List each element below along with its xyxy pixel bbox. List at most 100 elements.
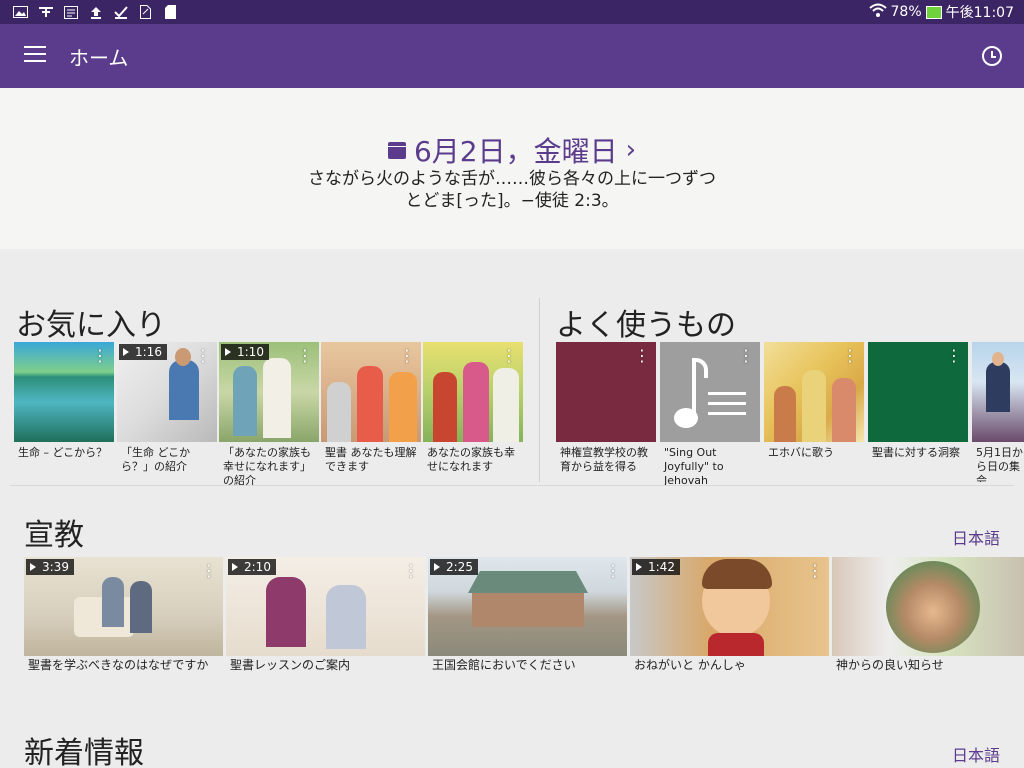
favorite-item[interactable]: ⋮ 聖書 あなたも理解できます bbox=[321, 342, 421, 482]
favorite-thumbnail: ⋮ bbox=[321, 342, 421, 442]
section-separator bbox=[10, 485, 1014, 486]
duration-badge: 3:39 bbox=[26, 559, 74, 575]
ministry-caption: 王国会館においでください bbox=[432, 658, 576, 672]
favorite-item[interactable]: ⋮ 生命 – どこから？ bbox=[14, 342, 114, 482]
music-note-icon bbox=[674, 354, 746, 430]
favorite-caption: 「あなたの家族も幸せになれます」の紹介 bbox=[223, 446, 311, 487]
duration-label: 1:42 bbox=[648, 560, 675, 574]
daily-scripture-line: とどま[った]。−使徒 2:3。 bbox=[405, 191, 619, 211]
sim-icon bbox=[137, 5, 154, 19]
ministry-item[interactable]: 3:39 ⋮ 聖書を学ぶべきなのはなぜですか bbox=[24, 557, 223, 677]
more-vert-icon[interactable]: ⋮ bbox=[946, 348, 962, 364]
menu-icon[interactable] bbox=[24, 46, 46, 64]
sdcard-icon bbox=[162, 5, 179, 19]
frequent-caption: 神権宣教学校の教育から益を得る bbox=[560, 446, 648, 473]
frequent-thumbnail: ⋮ bbox=[556, 342, 656, 442]
daily-date-label: 6月2日，金曜日 bbox=[413, 135, 618, 168]
play-icon bbox=[434, 563, 440, 571]
frequent-item[interactable]: ⋮ 神権宣教学校の教育から益を得る bbox=[556, 342, 656, 482]
more-vert-icon[interactable]: ⋮ bbox=[738, 348, 754, 364]
ministry-item[interactable]: 1:42 ⋮ おねがいと かんしゃ bbox=[630, 557, 829, 677]
frequent-caption: エホバに歌う bbox=[768, 446, 834, 459]
duration-label: 2:10 bbox=[244, 560, 271, 574]
frequent-item[interactable]: 5月1日から日の集会 bbox=[972, 342, 1024, 482]
more-vert-icon[interactable]: ⋮ bbox=[399, 348, 415, 364]
ministry-caption: 神からの良い知らせ bbox=[836, 658, 944, 672]
duration-label: 2:25 bbox=[446, 560, 473, 574]
battery-percent: 78% bbox=[890, 4, 922, 20]
favorite-thumbnail: 1:16 ⋮ bbox=[117, 342, 217, 442]
duration-badge: 1:10 bbox=[221, 344, 269, 360]
section-divider bbox=[539, 298, 540, 482]
duration-badge: 2:10 bbox=[228, 559, 276, 575]
favorite-thumbnail: 1:10 ⋮ bbox=[219, 342, 319, 442]
frequent-item[interactable]: ⋮ エホバに歌う bbox=[764, 342, 864, 482]
favorites-title: お気に入り bbox=[16, 308, 166, 343]
ministry-thumbnail: 2:25 ⋮ bbox=[428, 557, 627, 656]
favorite-thumbnail: ⋮ bbox=[423, 342, 523, 442]
more-vert-icon[interactable]: ⋮ bbox=[807, 563, 823, 579]
ministry-thumbnail: 2:10 ⋮ bbox=[226, 557, 425, 656]
duration-badge: 1:42 bbox=[632, 559, 680, 575]
whats-new-language-link[interactable]: 日本語 bbox=[952, 742, 1000, 766]
frequent-caption: 聖書に対する洞察 bbox=[872, 446, 960, 459]
frequent-item[interactable]: ⋮ 聖書に対する洞察 bbox=[868, 342, 968, 482]
ministry-caption: おねがいと かんしゃ bbox=[634, 658, 746, 672]
frequent-title: よく使うもの bbox=[556, 308, 736, 343]
favorite-caption: 「生命 どこから？」の紹介 bbox=[121, 446, 191, 473]
ministry-language-link[interactable]: 日本語 bbox=[952, 525, 1000, 549]
more-vert-icon[interactable]: ⋮ bbox=[842, 348, 858, 364]
calendar-icon bbox=[387, 141, 406, 159]
ministry-item[interactable]: 2:25 ⋮ 王国会館においでください bbox=[428, 557, 627, 677]
play-icon bbox=[636, 563, 642, 571]
wifi-icon bbox=[868, 3, 887, 21]
more-vert-icon[interactable]: ⋮ bbox=[634, 348, 650, 364]
duration-badge: 1:16 bbox=[119, 344, 167, 360]
play-icon bbox=[232, 563, 238, 571]
more-vert-icon[interactable]: ⋮ bbox=[92, 348, 108, 364]
frequent-item[interactable]: ⋮ "Sing Out Joyfully" to Jehovah bbox=[660, 342, 760, 487]
daily-scripture: さながら火のような舌が……彼ら各々の上に一つずつ とどま[った]。−使徒 2:3… bbox=[0, 168, 1024, 212]
page-title: ホーム bbox=[69, 46, 129, 70]
ministry-item[interactable]: 神からの良い知らせ bbox=[832, 557, 1024, 677]
duration-label: 3:39 bbox=[42, 560, 69, 574]
daily-date[interactable]: 6月2日，金曜日 › bbox=[0, 130, 1024, 170]
ministry-title: 宣教 bbox=[24, 518, 84, 553]
ministry-caption: 聖書レッスンのご案内 bbox=[230, 658, 351, 672]
image-icon bbox=[12, 5, 29, 19]
ministry-thumbnail bbox=[832, 557, 1024, 656]
reader-icon bbox=[62, 5, 79, 19]
favorite-caption: 生命 – どこから？ bbox=[18, 446, 108, 459]
translate-icon bbox=[37, 5, 54, 19]
favorite-item[interactable]: 1:16 ⋮ 「生命 どこから？」の紹介 bbox=[117, 342, 217, 482]
frequent-thumbnail: ⋮ bbox=[660, 342, 760, 442]
more-vert-icon[interactable]: ⋮ bbox=[201, 563, 217, 579]
history-icon[interactable] bbox=[982, 46, 1002, 66]
daily-scripture-line: さながら火のような舌が……彼ら各々の上に一つずつ bbox=[308, 169, 716, 189]
frequent-caption: 5月1日から日の集会 bbox=[976, 446, 1023, 482]
ministry-thumbnail: 3:39 ⋮ bbox=[24, 557, 223, 656]
play-icon bbox=[30, 563, 36, 571]
favorite-caption: あなたの家族も幸せになれます bbox=[427, 446, 515, 473]
play-icon bbox=[123, 348, 129, 356]
more-vert-icon[interactable]: ⋮ bbox=[297, 348, 313, 364]
clock: 午後11:07 bbox=[945, 5, 1014, 21]
favorite-caption: 聖書 あなたも理解できます bbox=[325, 446, 417, 473]
frequent-thumbnail: ⋮ bbox=[764, 342, 864, 442]
daily-text-card[interactable]: 6月2日，金曜日 › さながら火のような舌が……彼ら各々の上に一つずつ とどま[… bbox=[0, 88, 1024, 249]
more-vert-icon[interactable]: ⋮ bbox=[403, 563, 419, 579]
upload-icon bbox=[87, 5, 104, 19]
ministry-item[interactable]: 2:10 ⋮ 聖書レッスンのご案内 bbox=[226, 557, 425, 677]
more-vert-icon[interactable]: ⋮ bbox=[195, 348, 211, 364]
favorite-thumbnail: ⋮ bbox=[14, 342, 114, 442]
more-vert-icon[interactable]: ⋮ bbox=[501, 348, 517, 364]
frequent-thumbnail: ⋮ bbox=[868, 342, 968, 442]
whats-new-title: 新着情報 bbox=[24, 736, 144, 768]
check-icon bbox=[112, 5, 129, 19]
favorite-item[interactable]: ⋮ あなたの家族も幸せになれます bbox=[423, 342, 523, 482]
more-vert-icon[interactable]: ⋮ bbox=[605, 563, 621, 579]
favorite-item[interactable]: 1:10 ⋮ 「あなたの家族も幸せになれます」の紹介 bbox=[219, 342, 319, 487]
ministry-thumbnail: 1:42 ⋮ bbox=[630, 557, 829, 656]
chevron-right-icon: › bbox=[625, 135, 637, 165]
app-bar: ホーム bbox=[0, 24, 1024, 88]
